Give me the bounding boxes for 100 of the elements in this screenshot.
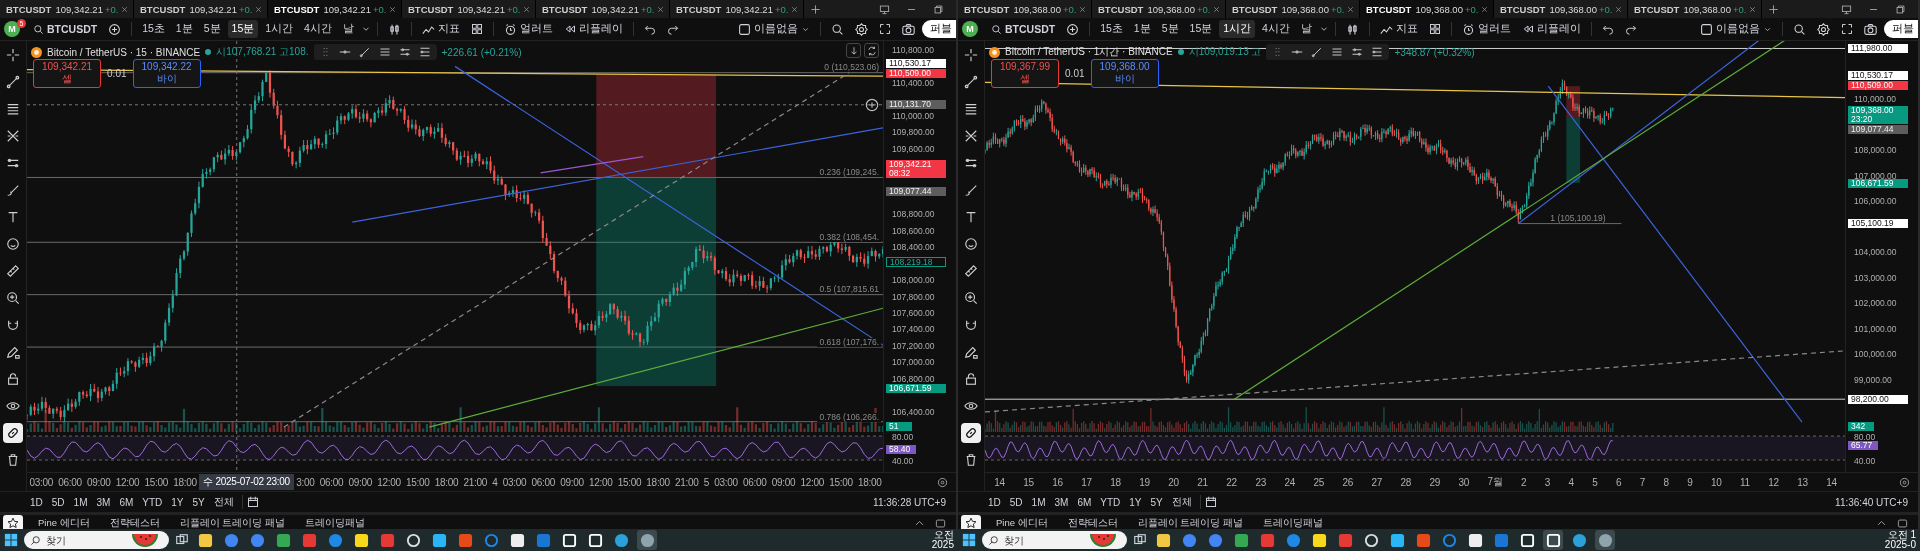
interval-button[interactable]: 1분 [1129,20,1155,38]
fib-level-label: 0.618 (107,176. [817,337,881,347]
indicators-button[interactable]: 지표 [1375,20,1422,38]
replay-button[interactable]: 리플레이 [1517,20,1585,38]
browser-tab[interactable]: BTCUSDT 109,342.21 +0. [402,0,536,18]
indicators-button[interactable]: 지표 [417,20,464,38]
clock-date: 2025 [931,540,954,551]
replay-button[interactable]: 리플레이 [559,20,627,38]
range-button[interactable]: 6M [1073,494,1096,510]
interval-button[interactable]: 4시간 [300,20,336,38]
price-tick: 108,000.00 [1854,146,1897,154]
interval-button[interactable]: 1분 [171,20,197,38]
browser-tab[interactable]: BTCUSDT 109,342.21 +0. [268,0,402,18]
time-tick: 15:00 [616,476,643,488]
time-tick: 30 [1457,476,1470,488]
publish-button[interactable]: 퍼블 [922,20,956,38]
range-button[interactable]: YTD [138,494,167,510]
range-button[interactable]: 5D [47,494,69,510]
volume-label: 51 [886,422,912,431]
panel-tab[interactable]: Pine 에디터 [988,515,1056,529]
time-tick: 12:00 [587,476,614,488]
layout-name-button[interactable]: 이름없음 [734,20,814,38]
range-button[interactable]: YTD [1096,494,1125,510]
time-tick: 09:00 [347,476,374,488]
time-tick: 2 [1519,476,1528,488]
buy-button[interactable]: 109,368.00 바이 [1090,59,1159,88]
interval-button[interactable]: 15분 [227,20,259,38]
range-button[interactable]: 1D [26,494,47,510]
search-field[interactable]: 찾기 [1004,534,1084,546]
panel-tab[interactable]: Pine 에디터 [30,515,98,529]
interval-button[interactable]: 날 [1296,20,1316,38]
layout-name-button[interactable]: 이름없음 [1696,20,1776,38]
range-button[interactable]: 전체 [209,493,238,511]
fib-level-label: 0 (110,523.06) [822,62,881,72]
search-bar[interactable]: 찾기 [982,531,1127,549]
interval-button[interactable]: 5분 [199,20,225,38]
panel-tab[interactable]: 리플레이 트레이딩 패널 [171,515,293,529]
price-label: 110,509.00 [1848,81,1908,90]
browser-tab[interactable]: BTCUSDT 109,368.00 +0. [1092,0,1226,18]
range-button[interactable]: 6M [115,494,138,510]
panel-tab[interactable]: 전략테스터 [101,515,168,529]
interval-button[interactable]: 5분 [1157,20,1183,38]
sell-button[interactable]: 109,342.21 셀 [33,59,102,88]
symbol-search[interactable]: BTCUSDT [29,21,102,37]
alert-button[interactable]: 얼러트 [1457,20,1515,38]
panel-tab[interactable]: 트레이딩패널 [296,515,373,529]
panel-tab[interactable]: 트레이딩패널 [1254,515,1331,529]
price-tick: 100,000.00 [1854,350,1897,359]
time-tick: 5 [702,476,711,488]
browser-tab[interactable]: BTCUSDT 109,368.00 +0. [1628,0,1762,18]
browser-tab[interactable]: BTCUSDT 109,342.21 +0. [536,0,670,18]
time-tick: 20 [1167,476,1180,488]
range-button[interactable]: 1Y [167,494,188,510]
range-button[interactable]: 3M [92,494,115,510]
range-button[interactable]: 3M [1050,494,1073,510]
panel-tab[interactable]: 리플레이 트레이딩 패널 [1129,515,1251,529]
price-tick: 110,800.00 [892,46,934,54]
interval-button[interactable]: 4시간 [1258,20,1294,38]
range-button[interactable]: 1M [1027,494,1050,510]
time-tick: 12:00 [376,476,402,488]
range-button[interactable]: 1D [984,494,1005,510]
search-bar[interactable]: 찾기 [24,531,169,549]
range-button[interactable]: 5D [1005,494,1027,510]
price-change: +348.87 (+0.32%) [1394,46,1475,58]
interval-button[interactable]: 15초 [1096,20,1127,38]
interval-button[interactable]: 날 [338,20,358,38]
chart-title: Bitcoin / TetherUS · 15 · BINANCE [47,46,201,58]
interval-button[interactable]: 1시간 [261,20,298,38]
time-tick: 25 [1312,476,1325,488]
interval-button[interactable]: 1시간 [1219,20,1256,38]
time-tick: 14 [1825,476,1838,488]
price-tick: 107,000.00 [1854,171,1897,180]
interval-button[interactable]: 15초 [138,20,169,38]
browser-tab[interactable]: BTCUSDT 109,368.00 +0. [1360,0,1494,18]
sell-button[interactable]: 109,367.99 셀 [991,59,1060,88]
range-button[interactable]: 1Y [1125,494,1146,510]
browser-tab[interactable]: BTCUSDT 109,342.21 +0. [670,0,804,18]
browser-tab[interactable]: BTCUSDT 109,368.00 +0. [1494,0,1628,18]
volume-label: 342 [1848,422,1874,431]
browser-tab[interactable]: BTCUSDT 109,368.00 +0. [958,0,1092,18]
range-button[interactable]: 전체 [1167,493,1196,511]
time-tick: 4 [1567,476,1575,488]
time-tick: 15:00 [405,476,431,488]
price-tick: 102,000.00 [1854,299,1897,308]
time-tick: 06:00 [318,476,345,488]
time-tick: 21:00 [462,476,488,488]
publish-button[interactable]: 퍼블 [1884,20,1918,38]
search-field[interactable]: 찾기 [46,534,126,546]
range-button[interactable]: 5Y [188,494,209,510]
price-tick: 107,800.00 [892,292,935,301]
buy-button[interactable]: 109,342.22 바이 [132,59,201,88]
symbol-search[interactable]: BTCUSDT [987,21,1060,37]
panel-tab[interactable]: 전략테스터 [1059,515,1126,529]
interval-button[interactable]: 15분 [1185,20,1217,38]
alert-button[interactable]: 얼러트 [499,20,557,38]
price-label: 109,077.44 [886,186,946,196]
range-button[interactable]: 5Y [1146,494,1167,510]
browser-tab[interactable]: BTCUSDT 109,342.21 +0. [0,0,134,18]
ohlc-values: 시107,768.21 고108. [216,45,309,59]
range-button[interactable]: 1M [69,494,92,510]
